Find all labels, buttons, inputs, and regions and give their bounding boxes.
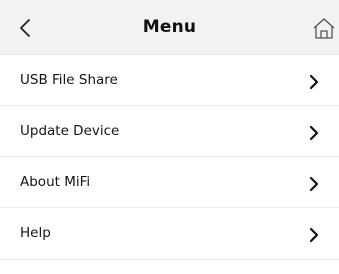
menu-screen: Menu USB File Share Update Device About … [0,0,339,274]
chevron-right-icon [309,125,319,141]
menu-item-label: Update Device [20,123,120,139]
menu-item-about-mifi[interactable]: About MiFi [0,157,339,208]
chevron-right-icon [309,74,319,90]
menu-item-label: USB File Share [20,72,118,88]
menu-item-label: About MiFi [20,174,91,190]
menu-list: USB File Share Update Device About MiFi … [0,55,339,260]
page-title: Menu [142,17,197,37]
menu-item-label: Help [20,225,51,241]
menu-item-help[interactable]: Help [0,208,339,260]
chevron-right-icon [309,176,319,192]
home-icon [313,18,335,39]
header-bar: Menu [0,0,339,55]
menu-item-update-device[interactable]: Update Device [0,106,339,157]
chevron-right-icon [309,227,319,243]
home-button[interactable] [311,16,339,40]
menu-item-usb-file-share[interactable]: USB File Share [0,55,339,106]
